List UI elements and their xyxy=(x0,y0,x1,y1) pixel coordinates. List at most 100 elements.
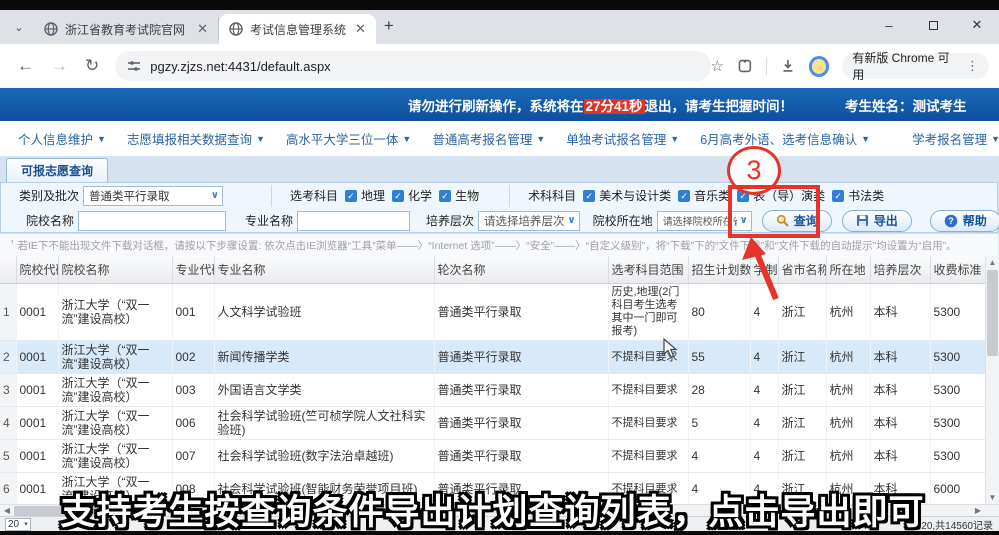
tab-search-button[interactable]: ⌄ xyxy=(6,14,32,40)
checkbox-label: 音乐类 xyxy=(694,187,730,204)
back-icon[interactable]: ← xyxy=(17,56,34,76)
table-cell: 本科 xyxy=(870,284,930,341)
table-row[interactable]: 50001浙江大学（“双一流”建设高校）007社会科学试验班(数字法治卓越班)普… xyxy=(0,440,985,473)
extensions-icon[interactable] xyxy=(737,58,753,74)
column-header[interactable] xyxy=(0,256,16,284)
category-select[interactable]: 普通类平行录取 ∨ xyxy=(83,186,223,206)
scroll-up-icon[interactable]: ▲ xyxy=(986,258,999,267)
table-row[interactable]: 30001浙江大学（“双一流”建设高校）003外国语言文学类普通类平行录取不提科… xyxy=(0,374,985,407)
scroll-down-icon[interactable]: ▼ xyxy=(986,493,999,502)
checkbox-option[interactable]: ✓生物 xyxy=(439,187,479,204)
table-row[interactable]: 20001浙江大学（“双一流”建设高校）002新闻传播学类普通类平行录取不提科目… xyxy=(0,341,985,374)
column-header[interactable]: 轮次名称 xyxy=(434,256,608,284)
checkbox-option[interactable]: ✓化学 xyxy=(392,187,432,204)
table-cell: 4 xyxy=(750,440,778,473)
table-row[interactable]: 40001浙江大学（“双一流”建设高校）006社会科学试验班(竺可桢学院人文社科… xyxy=(0,407,985,440)
forward-icon[interactable]: → xyxy=(51,56,68,76)
browser-tab-inactive[interactable]: 浙江省教育考试院官网 考生办 ✕ xyxy=(34,18,219,40)
table-cell: 社会科学试验班(竺可桢学院人文社科实验班) xyxy=(214,407,434,440)
checkbox-checked-icon[interactable]: ✓ xyxy=(345,190,357,202)
column-header[interactable]: 选考科目范围 xyxy=(608,256,688,284)
table-row[interactable]: 10001浙江大学（“双一流”建设高校）001人文科学试验班普通类平行录取历史,… xyxy=(0,284,985,341)
checkbox-checked-icon[interactable]: ✓ xyxy=(583,190,595,202)
nav-item[interactable]: 普通高考报名管理▼ xyxy=(432,129,545,148)
window-controls: – ✕ xyxy=(867,10,999,40)
checkbox-checked-icon[interactable]: ✓ xyxy=(832,190,844,202)
nav-item-label: 单独考试报名管理 xyxy=(566,129,666,148)
checkbox-option[interactable]: ✓书法类 xyxy=(832,187,884,204)
tab-volunteer-query[interactable]: 可报志愿查询 xyxy=(6,158,108,182)
table-cell: 普通类平行录取 xyxy=(434,440,608,473)
table-cell: 浙江 xyxy=(778,284,826,341)
nav-item[interactable]: 个人信息维护▼ xyxy=(18,129,106,148)
nav-item[interactable]: 志愿填报相关数据查询▼ xyxy=(127,129,265,148)
column-header[interactable]: 院校名称 xyxy=(58,256,172,284)
table-cell: 5 xyxy=(688,407,750,440)
svg-text:?: ? xyxy=(948,216,954,226)
address-bar[interactable]: pgzy.zjzs.net:4431/default.aspx xyxy=(115,51,710,81)
column-header[interactable]: 省市名称 xyxy=(778,256,826,284)
export-button[interactable]: 导出 xyxy=(842,210,912,232)
browser-tab-active[interactable]: 考试信息管理系统 ✕ xyxy=(219,14,376,44)
reload-icon[interactable]: ↻ xyxy=(85,56,99,76)
table-cell: 浙江 xyxy=(778,374,826,407)
checkbox-label: 美术与设计类 xyxy=(599,187,671,204)
table-cell: 浙江 xyxy=(778,341,826,374)
nav-item-label: 普通高考报名管理 xyxy=(432,129,532,148)
college-name-input[interactable] xyxy=(78,211,226,231)
table-cell: 0001 xyxy=(16,284,58,341)
vertical-scrollbar[interactable]: ▲ ▼ xyxy=(985,256,999,504)
column-header[interactable]: 所在地 xyxy=(826,256,870,284)
column-header[interactable]: 培养层次 xyxy=(870,256,930,284)
column-header[interactable]: 收费标准 xyxy=(930,256,985,284)
new-tab-button[interactable]: + xyxy=(384,16,394,36)
tab-close-icon[interactable]: ✕ xyxy=(195,21,210,37)
table-cell: 本科 xyxy=(870,440,930,473)
help-button[interactable]: ? 帮助 xyxy=(930,210,999,232)
major-name-input[interactable] xyxy=(297,211,410,231)
checkbox-checked-icon[interactable]: ✓ xyxy=(392,190,404,202)
site-info-icon[interactable] xyxy=(127,59,141,73)
table-cell: 浙江大学（“双一流”建设高校） xyxy=(58,341,172,374)
checkbox-option[interactable]: ✓ 美术与设计类 xyxy=(583,187,671,204)
column-header[interactable]: 专业代码 xyxy=(172,256,214,284)
table-cell: 0001 xyxy=(16,341,58,374)
url-text[interactable]: pgzy.zjzs.net:4431/default.aspx xyxy=(150,59,330,74)
column-header[interactable]: 院校代码 xyxy=(16,256,58,284)
minimize-button[interactable]: – xyxy=(867,18,911,33)
table-cell: 外国语言文学类 xyxy=(214,374,434,407)
nav-item[interactable]: 6月高考外语、选考信息确认▼ xyxy=(700,129,870,148)
nav-item[interactable]: 学考报名管理▼ xyxy=(912,129,999,148)
checkbox-checked-icon[interactable]: ✓ xyxy=(439,190,451,202)
table-cell: 普通类平行录取 xyxy=(434,284,608,341)
location-placeholder: 请选择院校所在省份 xyxy=(663,213,737,228)
nav-item[interactable]: 单独考试报名管理▼ xyxy=(566,129,679,148)
table-cell: 3 xyxy=(0,374,16,407)
vertical-scroll-thumb[interactable] xyxy=(987,270,998,356)
table-cell: 0001 xyxy=(16,440,58,473)
download-icon[interactable] xyxy=(780,58,796,74)
annotation-step-number: 3 xyxy=(746,155,761,186)
chrome-update-button[interactable]: 有新版 Chrome 可用⋮ xyxy=(842,53,989,79)
profile-avatar[interactable] xyxy=(809,56,830,77)
bookmark-star-icon[interactable]: ☆ xyxy=(711,57,724,75)
nav-item[interactable]: 高水平大学三位一体▼ xyxy=(286,129,411,148)
tab-label: 可报志愿查询 xyxy=(21,162,93,179)
close-window-button[interactable]: ✕ xyxy=(955,17,999,33)
checkbox-option[interactable]: ✓地理 xyxy=(345,187,385,204)
table-cell: 2 xyxy=(0,341,16,374)
level-select[interactable]: 请选择培养层次 ∨ xyxy=(478,211,580,231)
checkbox-option[interactable]: ✓ 音乐类 xyxy=(678,187,730,204)
kebab-menu-icon[interactable]: ⋮ xyxy=(966,58,979,74)
browser-toolbar: ← → ↻ pgzy.zjzs.net:4431/default.aspx ☆ … xyxy=(0,44,999,88)
table-cell: 4 xyxy=(750,407,778,440)
major-name-label: 专业名称 xyxy=(245,212,293,229)
table-cell: 浙江 xyxy=(778,407,826,440)
table-cell: 28 xyxy=(688,374,750,407)
column-header[interactable]: 专业名称 xyxy=(214,256,434,284)
checkbox-checked-icon[interactable]: ✓ xyxy=(678,190,690,202)
tab-close-icon[interactable]: ✕ xyxy=(353,21,368,37)
maximize-button[interactable] xyxy=(911,18,955,33)
tab-title: 浙江省教育考试院官网 考生办 xyxy=(65,21,188,38)
category-value: 普通类平行录取 xyxy=(89,188,208,204)
